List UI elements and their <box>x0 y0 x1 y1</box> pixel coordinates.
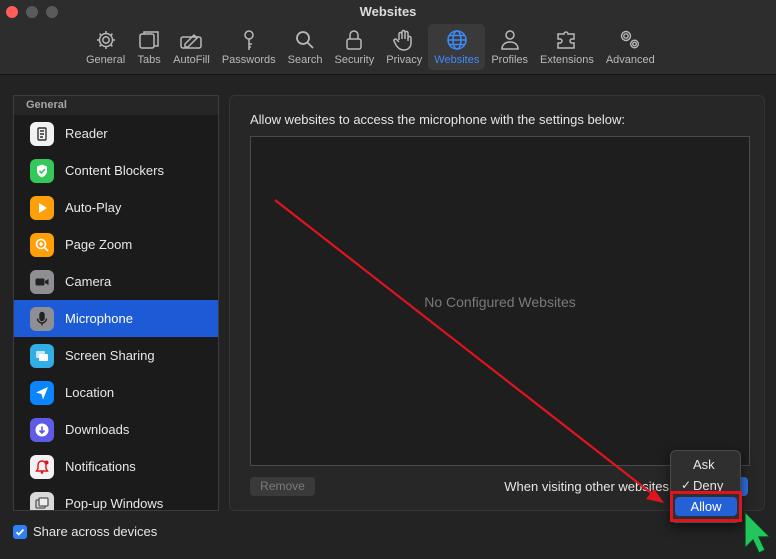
popup-icon <box>30 491 54 510</box>
configured-websites-list[interactable]: No Configured Websites <box>250 136 750 466</box>
share-label: Share across devices <box>33 524 158 539</box>
toolbar: Websites General Tabs AutoFill Passwords… <box>0 0 776 75</box>
tab-search-label: Search <box>287 54 323 66</box>
tab-privacy[interactable]: Privacy <box>380 24 428 70</box>
sidebar-item-label: Notifications <box>65 459 136 474</box>
gear-icon <box>96 31 115 49</box>
puzzle-icon <box>557 31 575 49</box>
sidebar-item-notifications[interactable]: Notifications <box>14 448 218 485</box>
sidebar-item-label: Content Blockers <box>65 163 164 178</box>
tab-security-label: Security <box>334 54 375 66</box>
sidebar-item-label: Downloads <box>65 422 130 437</box>
globe-icon <box>447 30 467 50</box>
tab-general-label: General <box>86 54 126 66</box>
annotation-highlight-box <box>670 491 742 522</box>
safari-settings-window: Websites General Tabs AutoFill Passwords… <box>0 0 776 559</box>
play-icon <box>30 195 54 220</box>
settings-tabs: General Tabs AutoFill Passwords Search S… <box>80 24 661 70</box>
other-websites-label: When visiting other websites <box>504 479 669 494</box>
tab-websites[interactable]: Websites <box>428 24 486 70</box>
tab-privacy-label: Privacy <box>386 54 423 66</box>
pane-title: Allow websites to access the microphone … <box>250 112 626 127</box>
lock-icon <box>346 30 363 50</box>
share-across-devices[interactable]: Share across devices <box>13 524 157 539</box>
sidebar-item-pop-up-windows[interactable]: Pop-up Windows <box>14 485 218 511</box>
microphone-settings-pane: Allow websites to access the microphone … <box>229 95 765 511</box>
tab-profiles[interactable]: Profiles <box>485 24 534 70</box>
microphone-icon <box>30 306 54 331</box>
tab-general[interactable]: General <box>80 24 131 70</box>
tab-extensions-label: Extensions <box>540 54 594 66</box>
tab-autofill[interactable]: AutoFill <box>167 24 216 70</box>
zoom-icon <box>30 232 54 257</box>
sidebar-item-label: Camera <box>65 274 112 289</box>
sidebar-item-microphone[interactable]: Microphone <box>14 300 218 337</box>
sidebar-item-label: Auto-Play <box>65 200 122 215</box>
pencil-icon <box>180 33 203 49</box>
tab-passwords[interactable]: Passwords <box>216 24 282 70</box>
tabs-icon <box>139 31 159 49</box>
tab-security[interactable]: Security <box>328 24 380 70</box>
sidebar-item-location[interactable]: Location <box>14 374 218 411</box>
tab-advanced-label: Advanced <box>605 54 655 66</box>
download-icon <box>30 417 54 442</box>
mouse-cursor-icon <box>744 510 772 554</box>
tab-tabs[interactable]: Tabs <box>131 24 167 70</box>
sidebar-item-label: Microphone <box>65 311 133 326</box>
bell-icon <box>30 454 54 479</box>
sidebar-item-camera[interactable]: Camera <box>14 263 218 300</box>
remove-button[interactable]: Remove <box>250 477 315 496</box>
sidebar-item-page-zoom[interactable]: Page Zoom <box>14 226 218 263</box>
sidebar-item-reader[interactable]: Reader <box>14 115 218 152</box>
sidebar-item-label: Location <box>65 385 115 400</box>
shield-check-icon <box>30 158 54 183</box>
sidebar-item-downloads[interactable]: Downloads <box>14 411 218 448</box>
reader-icon <box>30 121 54 146</box>
gears-icon <box>621 30 640 49</box>
sidebar-item-label: Reader <box>65 126 108 141</box>
window-title: Websites <box>359 4 417 19</box>
sidebar-item-label: Screen Sharing <box>65 348 155 363</box>
empty-list-text: No Configured Websites <box>424 294 576 310</box>
sidebar: General Reader Content Blockers Auto-Pla… <box>13 95 219 511</box>
sidebar-item-content-blockers[interactable]: Content Blockers <box>14 152 218 189</box>
tab-search[interactable]: Search <box>282 24 329 70</box>
tab-profiles-label: Profiles <box>491 54 529 66</box>
camera-icon <box>30 269 54 294</box>
location-icon <box>30 380 54 405</box>
sidebar-item-auto-play[interactable]: Auto-Play <box>14 189 218 226</box>
hand-icon <box>393 29 413 51</box>
screen-share-icon <box>30 343 54 368</box>
tab-extensions[interactable]: Extensions <box>534 24 600 70</box>
search-icon <box>296 31 314 49</box>
menu-item-label: Ask <box>693 457 715 472</box>
checkmark-icon <box>15 528 25 536</box>
tab-tabs-label: Tabs <box>137 54 161 66</box>
person-icon <box>500 30 519 50</box>
tab-advanced[interactable]: Advanced <box>600 24 661 70</box>
sidebar-item-label: Pop-up Windows <box>65 496 164 511</box>
menu-item-ask[interactable]: Ask <box>675 455 737 474</box>
sidebar-item-label: Page Zoom <box>65 237 133 252</box>
tab-passwords-label: Passwords <box>221 54 276 66</box>
sidebar-header: General <box>14 96 218 115</box>
sidebar-item-screen-sharing[interactable]: Screen Sharing <box>14 337 218 374</box>
share-checkbox[interactable] <box>13 524 27 539</box>
tab-autofill-label: AutoFill <box>173 54 210 66</box>
key-icon <box>243 30 254 50</box>
tab-websites-label: Websites <box>434 54 480 66</box>
